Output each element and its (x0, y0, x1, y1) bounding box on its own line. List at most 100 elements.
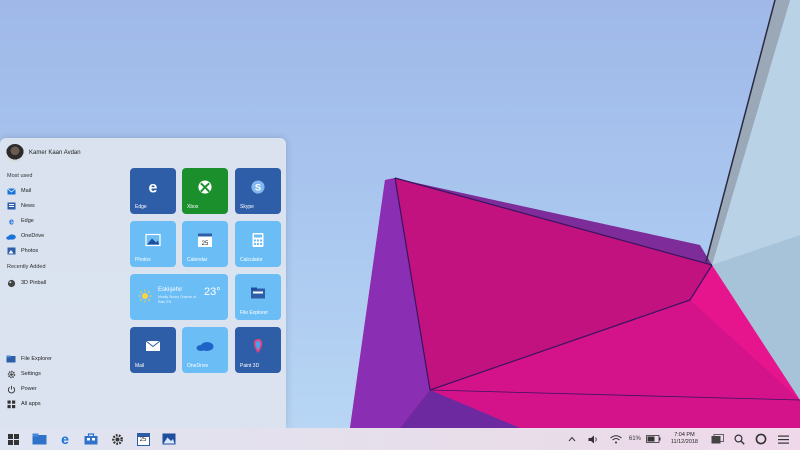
taskbar-photos[interactable] (156, 428, 182, 450)
tile-paint-3d[interactable]: Paint 3D (235, 327, 281, 373)
svg-text:e: e (8, 217, 13, 226)
taskbar: e 25 61% 7:04 PM 11/12/2018 (0, 428, 800, 450)
most-used-label: Most used (7, 173, 33, 179)
app-item-file-explorer[interactable]: File Explorer (6, 353, 52, 365)
gear-icon (111, 433, 123, 445)
edge-icon: e (6, 216, 16, 226)
mail-icon (6, 186, 16, 196)
battery-percentage: 61% (628, 436, 641, 442)
menu-icon (777, 435, 789, 444)
taskbar-edge[interactable]: e (52, 428, 78, 450)
search-icon (733, 433, 745, 445)
chevron-up-icon (568, 436, 576, 442)
app-item-edge[interactable]: e Edge (6, 215, 33, 227)
tile-label: Calendar (187, 257, 208, 263)
app-label: Mail (21, 188, 32, 194)
edge-icon: e (61, 432, 69, 446)
app-label: 3D Pinball (21, 280, 47, 286)
calculator-icon (252, 233, 264, 250)
tile-edge[interactable]: e Edge (130, 168, 176, 214)
gear-icon (6, 369, 16, 379)
tile-skype[interactable]: S Skype (235, 168, 281, 214)
skype-icon: S (251, 180, 266, 197)
calendar-day: 25 (139, 436, 147, 443)
tile-calculator[interactable]: Calculator (235, 221, 281, 267)
clock-date: 11/12/2018 (670, 439, 698, 445)
volume-button[interactable] (583, 428, 605, 450)
app-item-all-apps[interactable]: All apps (6, 398, 41, 410)
wifi-icon (610, 434, 622, 443)
app-item-power[interactable]: Power (6, 383, 37, 395)
start-button[interactable] (0, 428, 26, 450)
tile-label: OneDrive (187, 363, 209, 369)
taskbar-store[interactable] (78, 428, 104, 450)
folder-icon (6, 354, 16, 364)
tile-mail[interactable]: Mail (130, 327, 176, 373)
clock-time: 7:04 PM (674, 432, 695, 438)
taskbar-settings[interactable] (104, 428, 130, 450)
tile-label: File Explorer (240, 310, 269, 316)
app-label: Photos (21, 248, 39, 254)
tile-weather[interactable]: Eskişehir Mostly Sunny Chance of Rain 0%… (130, 274, 228, 320)
tile-label: Xbox (187, 204, 199, 210)
battery-button[interactable] (645, 428, 663, 450)
taskbar-file-explorer[interactable] (26, 428, 52, 450)
app-item-mail[interactable]: Mail (6, 185, 31, 197)
taskbar-calendar[interactable]: 25 (130, 428, 156, 450)
app-item-settings[interactable]: Settings (6, 368, 41, 380)
folder-icon (32, 433, 46, 445)
tile-file-explorer[interactable]: File Explorer (235, 274, 281, 320)
svg-text:S: S (255, 183, 261, 193)
app-label: All apps (21, 401, 41, 407)
edge-icon: e (145, 179, 161, 197)
power-icon (6, 384, 16, 394)
grid-icon (6, 399, 16, 409)
photos-icon (162, 433, 176, 445)
tile-label: Skype (240, 204, 254, 210)
weather-description: Mostly Sunny Chance of Rain 0% (158, 295, 196, 304)
tile-label: Photos (135, 257, 151, 263)
xbox-icon (198, 180, 213, 197)
app-label: News (21, 203, 35, 209)
tile-label: Calculator (240, 257, 263, 263)
speaker-icon (588, 435, 598, 443)
news-icon (6, 201, 16, 211)
show-hidden-icons[interactable] (561, 428, 583, 450)
app-item-news[interactable]: News (6, 200, 35, 212)
windows-icon (7, 433, 19, 445)
start-menu: Kamer Kaan Avdan Most used Mail News e E… (0, 138, 286, 428)
pinball-icon (6, 278, 16, 288)
onedrive-icon (6, 231, 16, 241)
photos-icon (145, 234, 161, 249)
tile-onedrive[interactable]: OneDrive (182, 327, 228, 373)
task-view-icon (711, 434, 724, 444)
action-center-button[interactable] (772, 428, 794, 450)
folder-icon (250, 287, 266, 302)
app-item-3d-pinball[interactable]: 3D Pinball (6, 277, 46, 289)
search-button[interactable] (728, 428, 750, 450)
app-item-onedrive[interactable]: OneDrive (6, 230, 44, 242)
store-icon (84, 433, 98, 445)
user-account[interactable]: Kamer Kaan Avdan (6, 144, 81, 162)
app-label: Settings (21, 371, 41, 377)
app-item-photos[interactable]: Photos (6, 245, 38, 257)
svg-text:e: e (149, 180, 158, 196)
weather-city: Eskişehir (158, 287, 183, 293)
app-label: OneDrive (21, 233, 45, 239)
cortana-button[interactable] (750, 428, 772, 450)
app-label: Power (21, 386, 37, 392)
tile-label: Mail (135, 363, 145, 369)
paint3d-icon (251, 338, 265, 356)
tile-xbox[interactable]: Xbox (182, 168, 228, 214)
tile-photos[interactable]: Photos (130, 221, 176, 267)
mail-icon (145, 340, 161, 354)
wifi-button[interactable] (605, 428, 627, 450)
clock[interactable]: 7:04 PM 11/12/2018 (671, 432, 698, 446)
battery-icon (646, 435, 661, 443)
calendar-day: 25 (201, 241, 209, 247)
tile-label: Paint 3D (240, 363, 260, 369)
avatar (6, 144, 24, 162)
task-view-button[interactable] (706, 428, 728, 450)
tile-calendar[interactable]: 25 Calendar (182, 221, 228, 267)
app-label: File Explorer (21, 356, 52, 362)
